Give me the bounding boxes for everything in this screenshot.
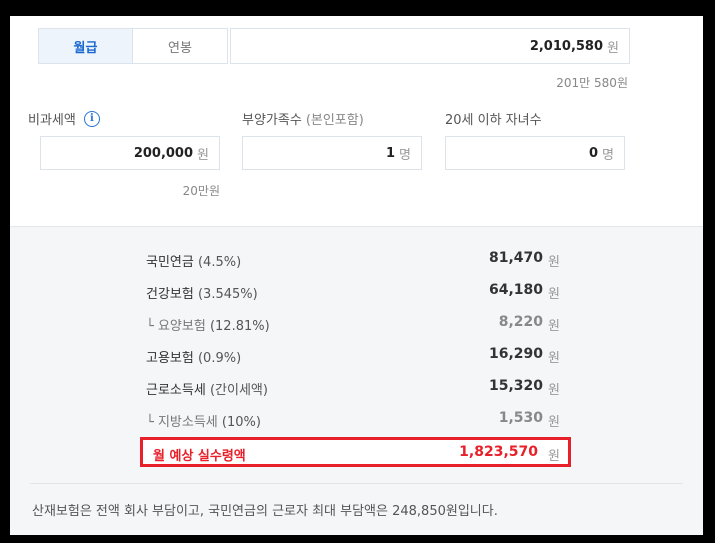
result-unit: 원 [548,319,560,334]
result-name: └ 요양보험 (12.81%) [146,319,270,334]
nontaxable-korean-amount: 20만원 [182,184,220,198]
result-name: 국민연금 (4.5%) [146,255,242,270]
children-value: 0 [588,145,599,161]
result-amount: 8,220 [498,314,543,330]
result-name: 건강보험 (3.545%) [146,287,258,302]
nontaxable-unit: 원 [197,147,209,163]
net-pay-amount: 1,823,570 [459,444,538,460]
pay-period-toggle: 월급 연봉 [38,28,228,64]
result-row-long-term-care: └ 요양보험 (12.81%) 8,220 원 [10,311,703,335]
dependents-unit: 명 [399,147,411,163]
results-section: 국민연금 (4.5%) 81,470 원 건강보험 (3.545%) 64,18… [10,226,703,535]
dependents-value: 1 [385,145,396,161]
dependents-hint: (본인포함) [305,113,364,128]
result-name: 고용보험 (0.9%) [146,351,242,366]
result-amount: 1,530 [498,410,543,426]
result-unit: 원 [548,351,560,366]
tab-monthly[interactable]: 월급 [38,28,133,64]
result-name: 근로소득세 (간이세액) [146,383,268,398]
salary-input[interactable]: 2,010,580 원 [230,28,630,64]
nontaxable-label-text: 비과세액 [28,113,76,128]
result-unit: 원 [548,415,560,430]
children-label: 20세 이하 자녀수 [445,109,542,128]
net-pay-label: 월 예상 실수령액 [153,449,246,464]
result-amount: 16,290 [488,346,543,362]
result-unit: 원 [548,287,560,302]
children-label-text: 20세 이하 자녀수 [445,113,542,128]
input-section: 월급 연봉 2,010,580 원 201만 580원 비과세액 i 부양가족수… [10,16,703,226]
result-unit: 원 [548,383,560,398]
dependents-input[interactable]: 1 명 [242,136,422,170]
net-pay-highlight: 월 예상 실수령액 1,823,570 원 [140,437,571,467]
tab-annual[interactable]: 연봉 [133,28,228,64]
result-row-income-tax: 근로소득세 (간이세액) 15,320 원 [10,375,703,399]
salary-calculator-card: 월급 연봉 2,010,580 원 201만 580원 비과세액 i 부양가족수… [10,16,703,535]
result-name: └ 지방소득세 (10%) [146,415,261,430]
result-row-health-insurance: 건강보험 (3.545%) 64,180 원 [10,279,703,303]
result-amount: 81,470 [488,250,543,266]
footnote: 산재보험은 전액 회사 부담이고, 국민연금의 근로자 최대 부담액은 248,… [32,504,498,519]
result-amount: 64,180 [488,282,543,298]
result-row-employment-insurance: 고용보험 (0.9%) 16,290 원 [10,343,703,367]
children-input[interactable]: 0 명 [445,136,625,170]
result-row-local-income-tax: └ 지방소득세 (10%) 1,530 원 [10,407,703,431]
salary-unit: 원 [607,40,619,56]
children-unit: 명 [602,147,614,163]
info-icon[interactable]: i [83,110,100,127]
result-unit: 원 [548,255,560,270]
salary-korean-amount: 201만 580원 [556,76,628,90]
salary-value: 2,010,580 [529,38,604,54]
divider [30,483,683,484]
nontaxable-value: 200,000 [133,145,194,161]
result-amount: 15,320 [488,378,543,394]
net-pay-unit: 원 [548,449,560,464]
nontaxable-input[interactable]: 200,000 원 [40,136,220,170]
dependents-label-text: 부양가족수 [242,113,302,128]
result-row-national-pension: 국민연금 (4.5%) 81,470 원 [10,247,703,271]
dependents-label: 부양가족수 (본인포함) [242,109,364,128]
nontaxable-label: 비과세액 i [28,109,100,128]
